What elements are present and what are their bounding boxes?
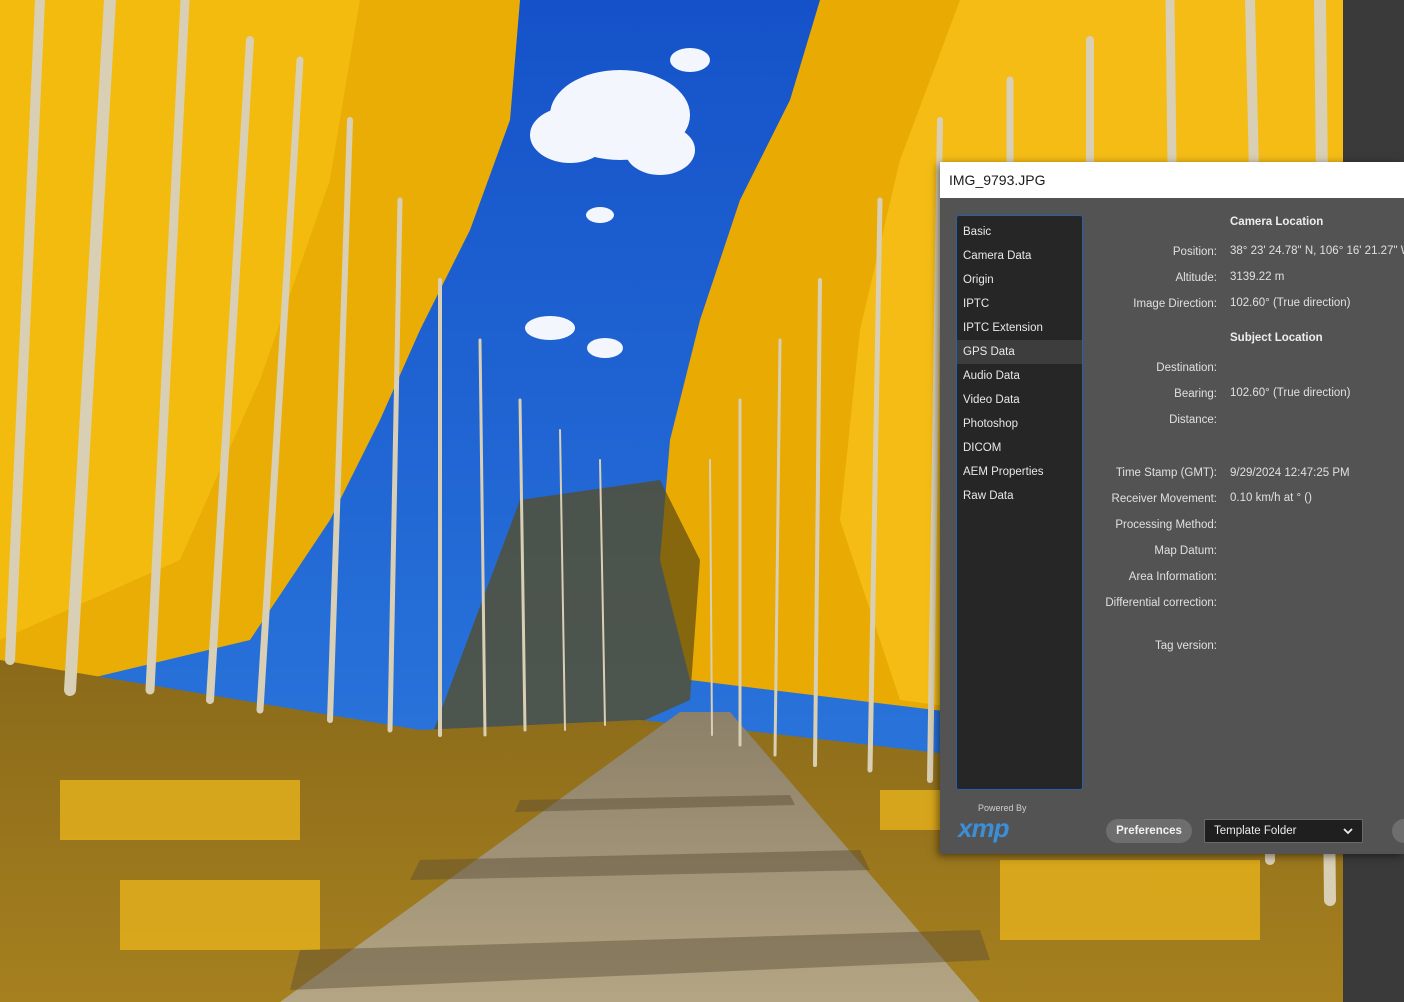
category-item-gps-data[interactable]: GPS Data (957, 340, 1082, 364)
category-item-iptc-extension[interactable]: IPTC Extension (957, 316, 1082, 340)
image-direction-value: 102.60° (True direction) (1230, 297, 1351, 309)
dialog-title: IMG_9793.JPG (949, 172, 1046, 188)
differential-correction-label: Differential correction: (1105, 597, 1217, 609)
timestamp-label: Time Stamp (GMT): (1115, 467, 1217, 479)
position-label: Position: (1172, 246, 1217, 258)
map-datum-label: Map Datum: (1154, 545, 1217, 557)
altitude-value: 3139.22 m (1230, 271, 1285, 283)
tag-version-label: Tag version: (1154, 640, 1217, 652)
category-item-iptc[interactable]: IPTC (957, 292, 1082, 316)
powered-by-text: Powered By (978, 803, 1027, 813)
category-item-audio-data[interactable]: Audio Data (957, 364, 1082, 388)
bearing-label: Bearing: (1174, 388, 1217, 400)
template-folder-label: Template Folder (1214, 825, 1297, 837)
image-direction-label: Image Direction: (1133, 298, 1217, 310)
receiver-movement-value: 0.10 km/h at ° () (1230, 492, 1312, 504)
category-item-raw-data[interactable]: Raw Data (957, 484, 1082, 508)
camera-location-heading: Camera Location (1230, 216, 1324, 228)
altitude-label: Altitude: (1175, 272, 1217, 284)
category-item-aem-properties[interactable]: AEM Properties (957, 460, 1082, 484)
category-item-dicom[interactable]: DICOM (957, 436, 1082, 460)
screen: IMG_9793.JPG Basic Camera Data Origin IP… (0, 0, 1404, 1002)
receiver-movement-label: Receiver Movement: (1111, 493, 1217, 505)
destination-label: Destination: (1156, 362, 1217, 374)
xmp-logo-mark: xmp (958, 813, 1009, 843)
subject-location-heading: Subject Location (1230, 332, 1323, 344)
category-item-video-data[interactable]: Video Data (957, 388, 1082, 412)
bearing-value: 102.60° (True direction) (1230, 387, 1351, 399)
template-folder-select[interactable]: Template Folder (1204, 819, 1363, 843)
category-item-camera-data[interactable]: Camera Data (957, 244, 1082, 268)
distance-label: Distance: (1169, 414, 1217, 426)
category-list[interactable]: Basic Camera Data Origin IPTC IPTC Exten… (956, 215, 1083, 790)
category-item-origin[interactable]: Origin (957, 268, 1082, 292)
chevron-down-icon (1343, 828, 1353, 835)
preferences-button[interactable]: Preferences (1106, 819, 1192, 843)
area-information-label: Area Information: (1128, 571, 1217, 583)
category-item-basic[interactable]: Basic (957, 220, 1082, 244)
timestamp-value: 9/29/2024 12:47:25 PM (1230, 467, 1350, 479)
partial-button[interactable] (1392, 819, 1404, 843)
file-info-dialog: IMG_9793.JPG Basic Camera Data Origin IP… (940, 162, 1404, 854)
dialog-titlebar[interactable]: IMG_9793.JPG (940, 162, 1404, 198)
xmp-logo: Powered By xmp (956, 803, 1046, 843)
category-item-photoshop[interactable]: Photoshop (957, 412, 1082, 436)
position-value: 38° 23' 24.78" N, 106° 16' 21.27" W (1230, 245, 1404, 257)
processing-method-label: Processing Method: (1115, 519, 1217, 531)
